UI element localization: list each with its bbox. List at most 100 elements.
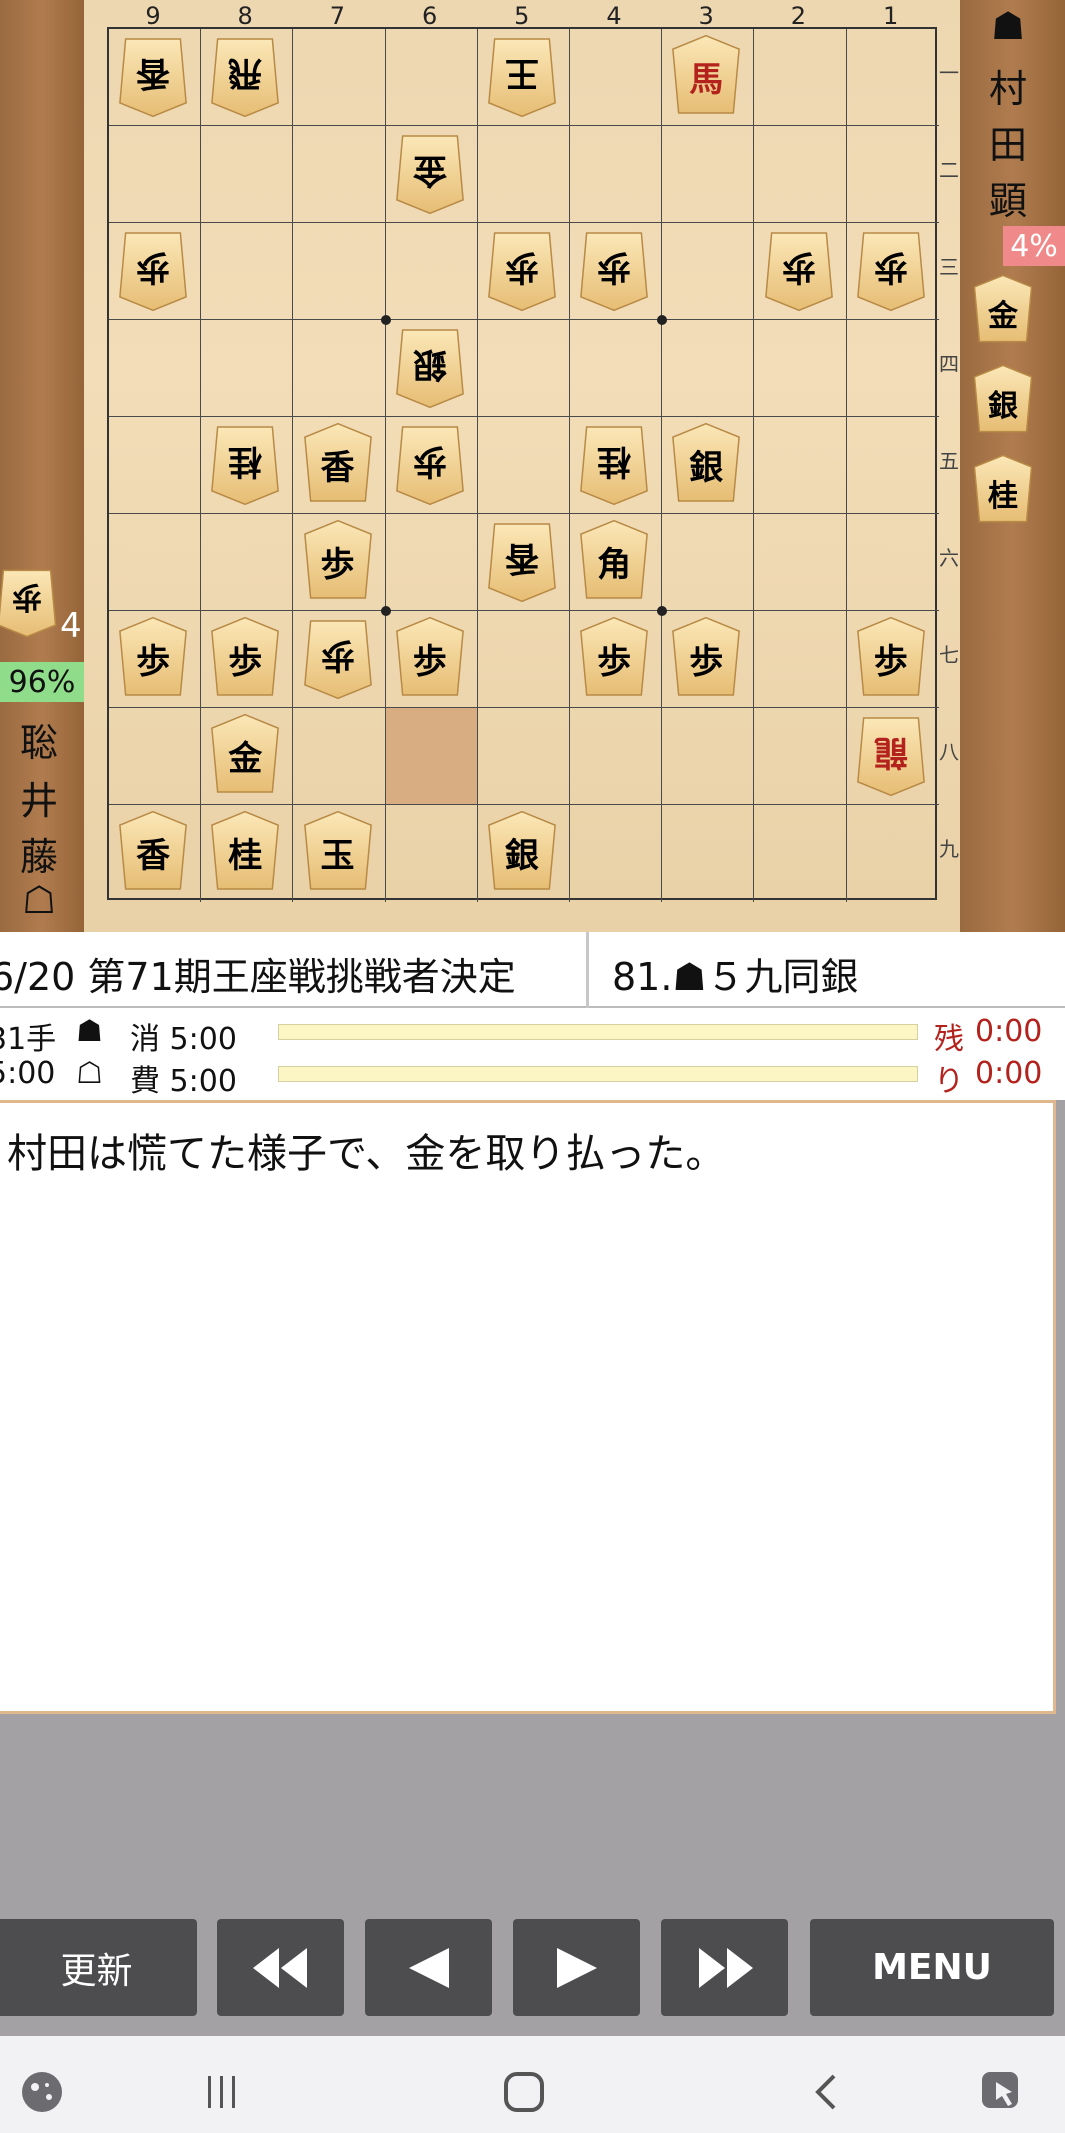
shogi-piece-gote[interactable]: 歩 (578, 228, 650, 312)
next-move-button[interactable] (513, 1919, 640, 2016)
board-square[interactable] (109, 126, 202, 223)
home-icon[interactable] (502, 2070, 546, 2114)
board-square[interactable] (754, 708, 847, 805)
board-square[interactable] (662, 708, 755, 805)
back-icon[interactable] (806, 2070, 850, 2114)
shogi-piece-gote[interactable]: 歩 (394, 422, 466, 506)
menu-label: MENU (872, 1947, 992, 1988)
sente-hand-piece[interactable]: 桂 (972, 454, 1034, 526)
shogi-piece-gote[interactable]: 歩 (763, 228, 835, 312)
shogi-piece-sente[interactable]: 香 (117, 810, 189, 894)
board-square[interactable] (109, 320, 202, 417)
board-square[interactable] (662, 320, 755, 417)
shogi-piece-gote[interactable]: 歩 (855, 228, 927, 312)
shogi-piece-sente[interactable]: 歩 (117, 616, 189, 700)
board-square[interactable] (846, 514, 939, 611)
board-square[interactable] (293, 320, 386, 417)
last-move-button[interactable] (661, 1919, 788, 2016)
shogi-piece-gote[interactable]: 歩 (486, 228, 558, 312)
board-square[interactable] (477, 611, 570, 708)
board-square[interactable] (109, 514, 202, 611)
board-square[interactable] (754, 320, 847, 417)
gote-mark-icon: ☖ (21, 878, 57, 922)
board-square[interactable] (201, 514, 294, 611)
board-square[interactable] (385, 514, 478, 611)
board-square[interactable] (754, 805, 847, 902)
board-square[interactable] (570, 805, 663, 902)
board-square[interactable] (477, 126, 570, 223)
board-square[interactable] (385, 223, 478, 320)
update-button[interactable]: 更新 (0, 1919, 197, 2016)
board-square[interactable] (662, 805, 755, 902)
board-square[interactable] (201, 320, 294, 417)
board-square[interactable] (662, 514, 755, 611)
shogi-piece-gote[interactable]: 香 (486, 519, 558, 603)
board-square[interactable] (385, 708, 478, 805)
board-square[interactable] (846, 29, 939, 126)
board-square[interactable] (754, 611, 847, 708)
shogi-piece-gote[interactable]: 桂 (578, 422, 650, 506)
shogi-piece-sente[interactable]: 歩 (209, 616, 281, 700)
shogi-piece-gote[interactable]: 歩 (117, 228, 189, 312)
board-square[interactable] (109, 417, 202, 514)
board-square[interactable] (662, 126, 755, 223)
board-square[interactable] (477, 708, 570, 805)
comment-box[interactable]: 村田は慌てた様子で、金を取り払った。 (0, 1100, 1056, 1714)
sente-hand-piece[interactable]: 銀 (972, 364, 1034, 436)
shogi-piece-gote[interactable]: 金 (394, 131, 466, 215)
board-square[interactable] (293, 29, 386, 126)
board-square[interactable] (477, 417, 570, 514)
shogi-piece-sente[interactable]: 銀 (486, 810, 558, 894)
shogi-piece-sente[interactable]: 角 (578, 519, 650, 603)
shogi-piece-gote[interactable]: 桂 (209, 422, 281, 506)
shogi-piece-gote[interactable]: 歩 (302, 616, 374, 700)
board-square[interactable] (846, 320, 939, 417)
menu-button[interactable]: MENU (810, 1919, 1054, 2016)
board-square[interactable] (570, 708, 663, 805)
board-square[interactable] (754, 126, 847, 223)
shogi-piece-sente[interactable]: 馬 (670, 34, 742, 118)
shogi-piece-sente[interactable]: 玉 (302, 810, 374, 894)
board-square[interactable] (477, 320, 570, 417)
board-square[interactable] (386, 805, 478, 902)
board-square[interactable] (385, 29, 478, 126)
shogi-piece-gote[interactable]: 香 (117, 34, 189, 118)
shogi-piece-sente[interactable]: 歩 (855, 616, 927, 700)
board-square[interactable] (846, 417, 939, 514)
board-square[interactable] (570, 320, 663, 417)
board-square[interactable] (570, 29, 663, 126)
shogi-piece-sente[interactable]: 歩 (578, 616, 650, 700)
shogi-piece-sente[interactable]: 銀 (670, 422, 742, 506)
shogi-piece-gote[interactable]: 銀 (394, 325, 466, 409)
first-move-button[interactable] (217, 1919, 344, 2016)
shogi-piece-sente[interactable]: 歩 (302, 519, 374, 603)
gote-hand-piece[interactable]: 歩 (0, 566, 58, 638)
shogi-piece-gote[interactable]: 王 (486, 34, 558, 118)
board-square[interactable] (847, 805, 939, 902)
game-launcher-icon[interactable] (20, 2070, 64, 2114)
board-square[interactable] (662, 223, 755, 320)
recent-apps-icon[interactable] (200, 2070, 244, 2114)
board-square[interactable] (201, 126, 294, 223)
board-square[interactable] (754, 29, 847, 126)
prev-move-button[interactable] (365, 1919, 492, 2016)
sente-hand-piece[interactable]: 金 (972, 274, 1034, 346)
board-square[interactable] (293, 223, 386, 320)
shogi-piece-sente[interactable]: 金 (209, 713, 281, 797)
board-square[interactable] (293, 126, 386, 223)
board-square[interactable] (293, 708, 386, 805)
touch-assist-icon[interactable] (980, 2070, 1024, 2114)
board-square[interactable] (846, 126, 939, 223)
board-square[interactable] (201, 223, 294, 320)
shogi-piece-gote[interactable]: 飛 (209, 34, 281, 118)
board-square[interactable] (109, 708, 202, 805)
shogi-piece-gote[interactable]: 龍 (855, 713, 927, 797)
shogi-piece-sente[interactable]: 歩 (394, 616, 466, 700)
shogi-piece-sente[interactable]: 桂 (209, 810, 281, 894)
gote-name-char: 井 (19, 779, 58, 823)
shogi-piece-sente[interactable]: 歩 (670, 616, 742, 700)
board-square[interactable] (570, 126, 663, 223)
board-square[interactable] (754, 514, 847, 611)
board-square[interactable] (754, 417, 847, 514)
shogi-piece-sente[interactable]: 香 (302, 422, 374, 506)
